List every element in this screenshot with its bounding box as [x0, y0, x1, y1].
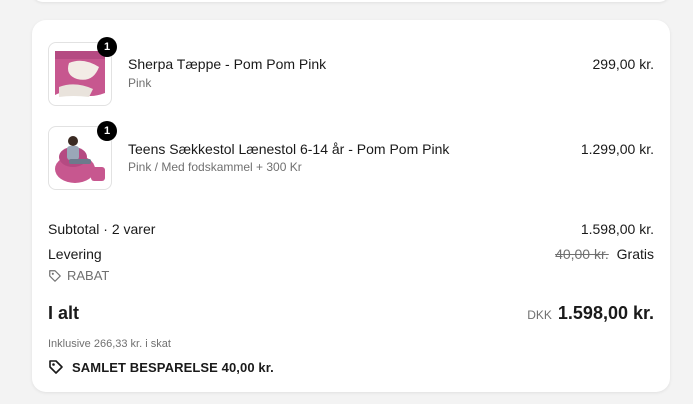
tag-icon [49, 269, 61, 282]
tax-row: Inklusive 266,33 kr. i skat [48, 334, 654, 350]
line-item: 1 Sherpa Tæppe - Pom Pom Pink Pink 299,0… [48, 37, 655, 106]
product-price: 299,00 kr. [592, 56, 655, 72]
savings-row: SAMLET BESPARELSE 40,00 kr. [48, 359, 654, 375]
total-row: I alt DKK 1.598,00 kr. [48, 303, 654, 324]
subtotal-value: 1.598,00 kr. [580, 221, 654, 237]
total-amount: DKK 1.598,00 kr. [527, 303, 654, 324]
total-label: I alt [48, 303, 80, 323]
quantity-badge: 1 [97, 37, 117, 57]
shipping-row: Levering 40,00 kr. Gratis [48, 246, 654, 262]
quantity-badge: 1 [97, 121, 117, 141]
product-name: Teens Sækkestol Lænestol 6-14 år - Pom P… [128, 141, 450, 157]
order-summary-card: 1 Sherpa Tæppe - Pom Pom Pink Pink 299,0… [32, 20, 670, 392]
discount-row: RABAT [48, 268, 654, 283]
savings-text: SAMLET BESPARELSE 40,00 kr. [72, 359, 274, 375]
product-name: Sherpa Tæppe - Pom Pom Pink [128, 56, 327, 72]
product-variant: Pink [128, 76, 152, 90]
tax-text: Inklusive 266,33 kr. i skat [48, 338, 171, 350]
product-variant: Pink / Med fodskammel + 300 Kr [128, 160, 302, 174]
discount-label: RABAT [67, 268, 110, 283]
savings-wrapper: SAMLET BESPARELSE 40,00 kr. [48, 359, 654, 375]
line-item: 1 Teens Sækkestol Lænestol 6-14 år - Pom… [48, 121, 654, 190]
shipping-value: Gratis [616, 246, 654, 262]
product-thumbnail: 1 [48, 37, 117, 106]
shipping-label: Levering [48, 246, 102, 262]
tag-icon [49, 360, 63, 374]
shipping-original-price: 40,00 kr. [555, 246, 609, 262]
total-value: 1.598,00 kr. [557, 303, 654, 323]
product-thumbnail: 1 [48, 121, 117, 190]
product-price: 1.299,00 kr. [580, 141, 654, 157]
previous-section-card [32, 0, 670, 2]
subtotal-row: Subtotal · 2 varer 1.598,00 kr. [48, 221, 654, 237]
subtotal-label: Subtotal · 2 varer [48, 221, 156, 237]
discount-label-wrapper: RABAT [48, 268, 654, 283]
currency-code: DKK [527, 308, 552, 322]
shipping-price: 40,00 kr. Gratis [555, 246, 654, 262]
